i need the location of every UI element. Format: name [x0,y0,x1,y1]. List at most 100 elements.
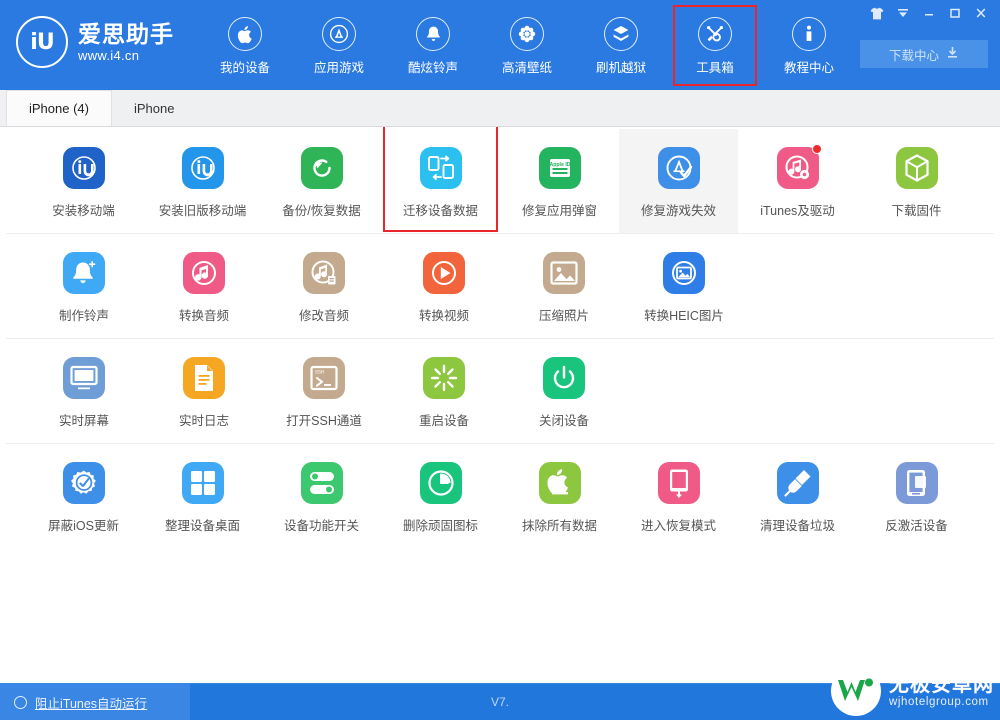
app-window: iU 爱思助手 www.i4.cn 我的设备 应用游戏 酷炫铃声 高清壁纸 刷机越狱 工具… [0,0,1000,720]
tool-make-ringtone[interactable]: 制作铃声 [24,234,144,338]
live-screen-icon [63,357,105,399]
block-ios-update-icon [62,462,105,504]
convert-audio-icon [183,252,225,294]
tool-fix-game[interactable]: 修复游戏失效 [619,129,738,233]
tool-backup-restore[interactable]: 备份/恢复数据 [262,129,381,233]
convert-video-icon [423,252,465,294]
tool-migrate-data[interactable]: 迁移设备数据 [381,127,500,233]
tool-device-toggles[interactable]: 设备功能开关 [262,444,381,548]
tool-download-firmware[interactable]: 下载固件 [857,129,976,233]
tool-compress-photo[interactable]: 压缩照片 [504,234,624,338]
make-ringtone-icon [63,252,105,294]
tool-label: 转换音频 [178,309,229,323]
tool-delete-stubborn[interactable]: 删除顽固图标 [381,444,500,548]
tool-enter-recovery[interactable]: 进入恢复模式 [619,444,738,548]
menu-dropdown-icon[interactable] [890,1,916,25]
tool-label: 抹除所有数据 [521,519,597,533]
tool-label: 屏蔽iOS更新 [48,519,119,533]
nav-item-3[interactable]: 高清壁纸 [480,12,574,82]
tool-live-screen[interactable]: 实时屏幕 [24,339,144,443]
app-url: www.i4.cn [78,47,140,63]
tool-label: iTunes及驱动 [760,204,835,218]
tool-organize-desktop[interactable]: 整理设备桌面 [143,444,262,548]
skin-icon[interactable] [864,1,890,25]
tools-icon [698,17,732,51]
block-itunes-toggle[interactable]: 阻止iTunes自动运行 [0,684,190,720]
appstore-icon [322,17,356,51]
nav-item-label: 教程中心 [783,61,834,75]
tool-i4-install-old[interactable]: 安装旧版移动端 [143,129,262,233]
tool-fix-appleid-popup[interactable]: Apple ID 修复应用弹窗 [500,129,619,233]
download-icon [946,46,959,62]
tool-label: 下载固件 [891,204,942,218]
title-bar: iU 爱思助手 www.i4.cn 我的设备 应用游戏 酷炫铃声 高清壁纸 刷机越狱 工具… [0,0,1000,90]
download-center-button[interactable]: 下载中心 [860,40,988,68]
nav-item-4[interactable]: 刷机越狱 [574,12,668,82]
nav-item-label: 工具箱 [696,61,734,75]
tool-label: 制作铃声 [58,309,109,323]
minimize-button[interactable] [916,1,942,25]
device-tab-1[interactable]: iPhone [111,90,197,126]
window-controls [864,0,994,26]
tool-label: 关闭设备 [538,414,589,428]
nav-item-1[interactable]: 应用游戏 [292,12,386,82]
deactivate-device-icon [895,462,938,504]
svg-text:SSH: SSH [315,370,324,376]
tool-itunes-driver[interactable]: iTunes及驱动 [738,129,857,233]
tool-label: 重启设备 [418,414,469,428]
tool-edit-audio[interactable]: 修改音频 [264,234,384,338]
tool-live-log[interactable]: 实时日志 [144,339,264,443]
tool-deactivate-device[interactable]: 反激活设备 [857,444,976,548]
tool-label: 迁移设备数据 [402,204,478,218]
edit-audio-icon [303,252,345,294]
tool-erase-all-data[interactable]: 抹除所有数据 [500,444,619,548]
status-bar: 阻止iTunes自动运行 V7. 无极安卓网 wjhotelgroup.com [0,666,1000,720]
tool-i4-install[interactable]: 安装移动端 [24,129,143,233]
tool-label: 安装旧版移动端 [158,204,247,218]
nav-item-2[interactable]: 酷炫铃声 [386,12,480,82]
box-icon [604,17,638,51]
device-tab-0[interactable]: iPhone (4) [6,90,112,126]
nav-item-label: 刷机越狱 [595,61,646,75]
tool-row: 屏蔽iOS更新 整理设备桌面 设备功能开关 删除顽固图标 抹除所有数据 进入恢复模式 清理设… [6,444,994,548]
tool-convert-heic[interactable]: 转换HEIC图片 [624,234,744,338]
maximize-button[interactable] [942,1,968,25]
tool-label: 反激活设备 [885,519,948,533]
block-itunes-label: 阻止iTunes自动运行 [35,696,148,711]
tool-convert-video[interactable]: 转换视频 [384,234,504,338]
delete-stubborn-icon [419,462,462,504]
watermark-subtitle: wjhotelgroup.com [889,695,989,708]
tool-label: 转换视频 [418,309,469,323]
tool-shutdown-device[interactable]: 关闭设备 [504,339,624,443]
radio-icon [14,695,27,709]
nav-item-label: 高清壁纸 [501,61,552,75]
tool-open-ssh[interactable]: SSH 打开SSH通道 [264,339,384,443]
i4-install-icon [62,147,105,189]
tool-label: 设备功能开关 [283,519,359,533]
compress-photo-icon [543,252,585,294]
brand-text: 爱思助手 www.i4.cn [78,21,174,63]
notification-badge [811,144,822,154]
nav-item-0[interactable]: 我的设备 [198,12,292,82]
tool-reboot-device[interactable]: 重启设备 [384,339,504,443]
app-logo-text: iU [30,29,54,55]
tool-label: 进入恢复模式 [640,519,716,533]
tool-convert-audio[interactable]: 转换音频 [144,234,264,338]
convert-heic-icon [663,252,705,294]
tool-clean-junk[interactable]: 清理设备垃圾 [738,444,857,548]
tool-label: 修复应用弹窗 [521,204,597,218]
nav-item-6[interactable]: 教程中心 [762,12,856,82]
clean-junk-icon [776,462,819,504]
close-button[interactable] [968,1,994,25]
tool-block-ios-update[interactable]: 屏蔽iOS更新 [24,444,143,548]
tool-label: 转换HEIC图片 [644,309,724,323]
info-icon [792,17,826,51]
nav-item-5[interactable]: 工具箱 [668,5,762,86]
nav-item-label: 应用游戏 [313,61,364,75]
tool-label: 修复游戏失效 [640,204,716,218]
fix-game-icon [657,147,700,189]
erase-all-data-icon [538,462,581,504]
enter-recovery-icon [657,462,700,504]
tool-label: 实时日志 [178,414,229,428]
download-center-label: 下载中心 [888,48,939,63]
